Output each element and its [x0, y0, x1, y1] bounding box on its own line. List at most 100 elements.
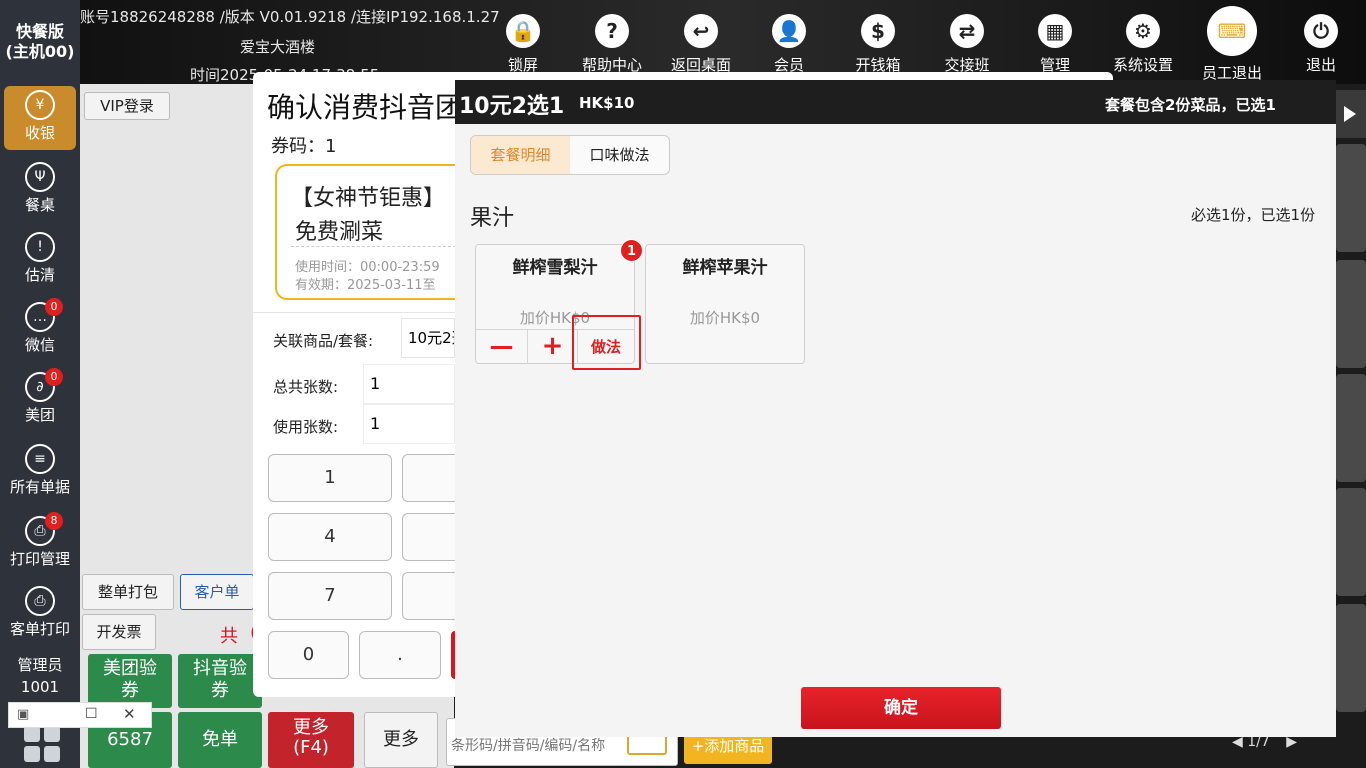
toolbar-power-button[interactable]: ⏻ 退出	[1277, 12, 1365, 80]
numpad-key-2[interactable]	[402, 454, 462, 502]
cashbox-icon: $	[861, 14, 895, 48]
related-label: 关联商品/套餐:	[273, 332, 374, 350]
nav-item-receipt-print[interactable]: ⎙ 客单打印	[4, 582, 76, 646]
maximize-icon[interactable]: ☐	[85, 706, 98, 722]
douyin-coupon-label: 抖音验券	[193, 658, 247, 701]
numpad-key-7[interactable]: 7	[268, 572, 392, 620]
nav-item-table[interactable]: Ψ 餐桌	[4, 158, 76, 222]
nav-glyph: ∂	[36, 379, 44, 395]
douyin-coupon-button[interactable]: 抖音验券	[178, 654, 262, 708]
gear-icon: ⚙	[1126, 14, 1160, 48]
numpad-key-dot[interactable]: .	[359, 631, 441, 679]
toolbar-lock-button[interactable]: 🔒 锁屏	[479, 12, 567, 80]
printer-icon: ⎙ 8	[25, 512, 63, 546]
bg-slot-3	[1336, 374, 1366, 482]
use-count-input[interactable]: 1	[363, 404, 455, 444]
toolbar-keyboard-button[interactable]: ⌨ 员工退出	[1188, 6, 1276, 82]
brand-line2: (主机00)	[5, 42, 75, 61]
keyboard-icon: ⌨	[1207, 6, 1257, 56]
nav-glyph: ⎙	[34, 523, 46, 539]
combo-item-card[interactable]: 鲜榨苹果汁 加价HK$0	[645, 244, 805, 364]
admin-info: 管理员 1001	[0, 654, 80, 698]
numpad-key-5[interactable]	[402, 513, 462, 561]
more-button[interactable]: 更多	[364, 712, 438, 768]
coupon-code: 券码：1	[271, 136, 337, 157]
numpad-key-4[interactable]: 4	[268, 513, 392, 561]
tab-group: 套餐明细 口味做法	[470, 135, 670, 175]
restore-icon[interactable]: ▣	[17, 707, 29, 722]
nav-glyph: !	[37, 239, 43, 255]
nav-label: 估清	[24, 266, 55, 284]
table-icon: Ψ	[25, 162, 55, 192]
bg-slot-5	[1336, 604, 1366, 712]
nav-label: 收银	[24, 124, 55, 142]
close-icon[interactable]: ✕	[123, 705, 136, 723]
coupon-title: 【女神节钜惠】	[291, 186, 446, 211]
brand: 快餐版 (主机00)	[0, 22, 80, 62]
window-controls: ▣ ☐ ✕	[8, 702, 152, 728]
plus-button[interactable]: +	[528, 330, 578, 364]
nav-label: 所有单据	[9, 478, 70, 496]
free-order-button[interactable]: 免单	[178, 712, 262, 768]
minus-button[interactable]: —	[476, 330, 528, 364]
vip-login-button[interactable]: VIP登录	[84, 92, 170, 120]
coupon-card: 【女神节钜惠】 免费涮菜 使用时间：00:00-23:59 有效期：2025-0…	[275, 164, 475, 300]
combo-title: 10元2选1	[459, 94, 565, 119]
nav-item-meituan[interactable]: ∂ 0 美团	[4, 368, 76, 432]
tab-combo-detail[interactable]: 套餐明细	[471, 136, 570, 174]
nav-item-cashier[interactable]: ¥ 收银	[4, 86, 76, 150]
meituan-coupon-label: 美团验券	[103, 658, 157, 701]
method-highlight-box	[572, 315, 641, 370]
toolbar-cashbox-button[interactable]: $ 开钱箱	[834, 12, 922, 80]
invoice-button[interactable]: 开发票	[82, 614, 156, 650]
combo-summary: 套餐包含2份菜品，已选1	[1105, 96, 1276, 114]
power-icon: ⏻	[1304, 14, 1338, 48]
pack-all-button[interactable]: 整单打包	[82, 574, 174, 610]
grid-icon[interactable]	[24, 726, 60, 762]
toolbar-shift-button[interactable]: ⇄ 交接班	[923, 12, 1011, 80]
toolbar-member-button[interactable]: 👤 会员	[745, 12, 833, 80]
divider	[253, 312, 455, 313]
member-icon: 👤	[772, 14, 806, 48]
nav-badge: 0	[45, 368, 63, 386]
nav-glyph: Ψ	[34, 169, 46, 185]
more-f4-button[interactable]: 更多 (F4)	[268, 712, 354, 768]
confirm-button[interactable]: 确定	[801, 687, 1001, 729]
numpad-key-0[interactable]: 0	[268, 631, 349, 679]
nav-item-document[interactable]: ≡ 所有单据	[4, 440, 76, 504]
bg-slot-4	[1336, 488, 1366, 596]
meituan-icon: ∂ 0	[25, 368, 63, 402]
admin-id: 1001	[20, 678, 60, 696]
toolbar-help-button[interactable]: ? 帮助中心	[568, 12, 656, 80]
nav-item-printer[interactable]: ⎙ 8 打印管理	[4, 512, 76, 576]
tab-taste-method[interactable]: 口味做法	[570, 136, 669, 174]
numpad-key-8[interactable]	[402, 572, 462, 620]
total-count-label: 总共张数:	[273, 378, 339, 396]
toolbar-gear-button[interactable]: ⚙ 系统设置	[1099, 12, 1187, 80]
lock-icon: 🔒	[506, 14, 540, 48]
nav-label: 客单打印	[9, 620, 70, 638]
related-value[interactable]: 10元2选	[401, 318, 455, 358]
total-count-value[interactable]: 1	[363, 364, 455, 404]
toolbar-label: 系统设置	[1112, 56, 1173, 74]
bg-slot-2	[1336, 260, 1366, 368]
customer-order-button[interactable]: 客户单	[180, 574, 254, 610]
meituan-coupon-button[interactable]: 美团验券	[88, 654, 172, 708]
account-line: 账号18826248288 /版本 V0.01.9218 /连接IP192.16…	[80, 8, 500, 26]
nav-glyph: …	[33, 309, 47, 325]
group-name: 果汁	[470, 206, 515, 231]
nav-item-wechat[interactable]: … 0 微信	[4, 298, 76, 362]
item-price: 加价HK$0	[689, 309, 761, 327]
toolbar-back-button[interactable]: ↩ 返回桌面	[657, 12, 745, 80]
nav-item-warning[interactable]: ! 估清	[4, 228, 76, 292]
store-name: 爱宝大酒楼	[240, 38, 316, 56]
wechat-icon: … 0	[25, 298, 63, 332]
qty-badge: 1	[620, 239, 643, 262]
admin-label: 管理员	[17, 656, 63, 674]
combo-select-modal: 10元2选1 HK$10 套餐包含2份菜品，已选1 套餐明细 口味做法 果汁 必…	[455, 80, 1336, 737]
toolbar-manage-button[interactable]: ▦ 管理	[1011, 12, 1099, 80]
numpad-key-1[interactable]: 1	[268, 454, 392, 502]
document-icon: ≡	[25, 444, 55, 474]
next-page-arrow[interactable]	[1336, 90, 1366, 138]
nav-label: 美团	[24, 406, 55, 424]
